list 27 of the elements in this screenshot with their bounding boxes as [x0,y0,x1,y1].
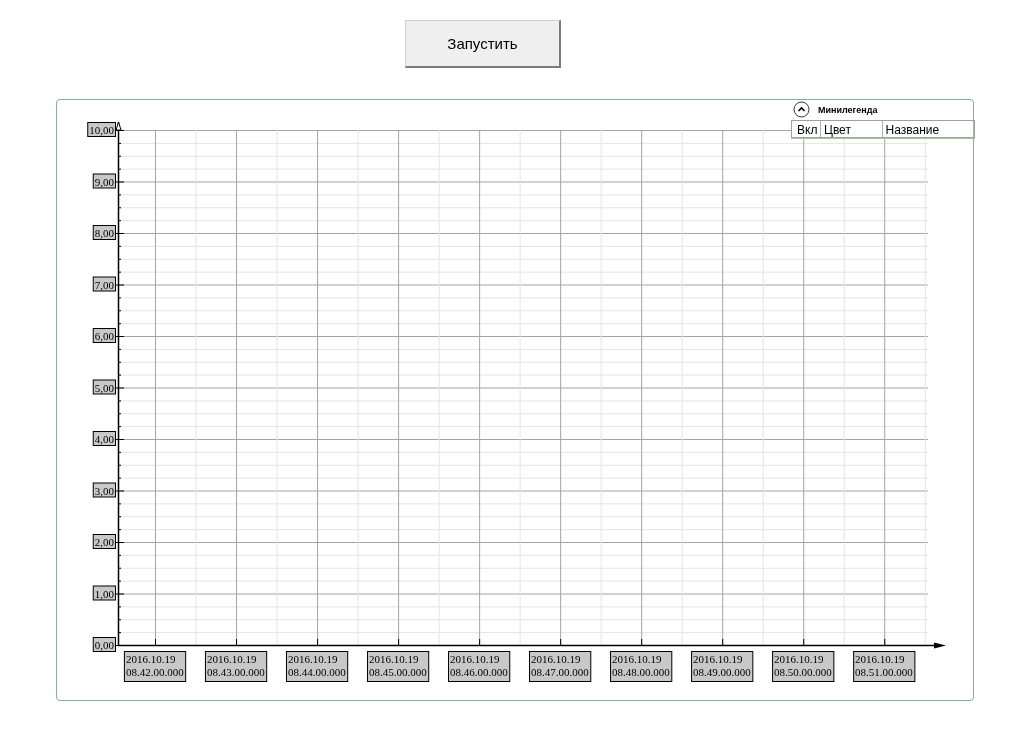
y-tick-label: 6,00 [92,328,116,343]
y-tick-label: 1,00 [92,585,116,601]
x-tick-label: 2016.10.19 08.50.00.000 [772,651,835,682]
column-header[interactable]: Цвет [821,121,883,137]
column-header[interactable]: Вкл [792,121,821,137]
y-tick-label: 9,00 [92,173,116,189]
x-tick-label: 2016.10.19 08.43.00.000 [204,651,268,682]
run-button[interactable]: Запустить [405,20,561,68]
x-tick-label: 2016.10.19 08.47.00.000 [529,651,592,682]
y-tick-label: 7,00 [92,276,116,292]
x-tick-label: 2016.10.19 08.51.00.000 [853,651,916,682]
y-tick-label: 8,00 [92,225,116,240]
collapse-icon[interactable] [793,101,810,118]
legend-title: Минилегенда [818,104,878,115]
x-tick-label: 2016.10.19 08.45.00.000 [367,651,430,682]
x-tick-label: 2016.10.19 08.42.00.000 [123,651,187,682]
y-tick-label: 5,00 [92,379,116,395]
y-tick-label: 3,00 [92,482,116,498]
column-header[interactable]: Название [882,121,974,137]
x-tick-label: 2016.10.19 08.49.00.000 [691,651,754,682]
x-tick-label: 2016.10.19 08.46.00.000 [448,651,511,682]
x-tick-label: 2016.10.19 08.48.00.000 [610,651,673,682]
x-tick-label: 2016.10.19 08.44.00.000 [285,651,349,682]
y-tick-label: 2,00 [92,534,116,549]
y-tick-label: 0,00 [92,637,116,652]
y-tick-label: 10,00 [87,122,116,137]
y-tick-label: 4,00 [92,431,116,446]
